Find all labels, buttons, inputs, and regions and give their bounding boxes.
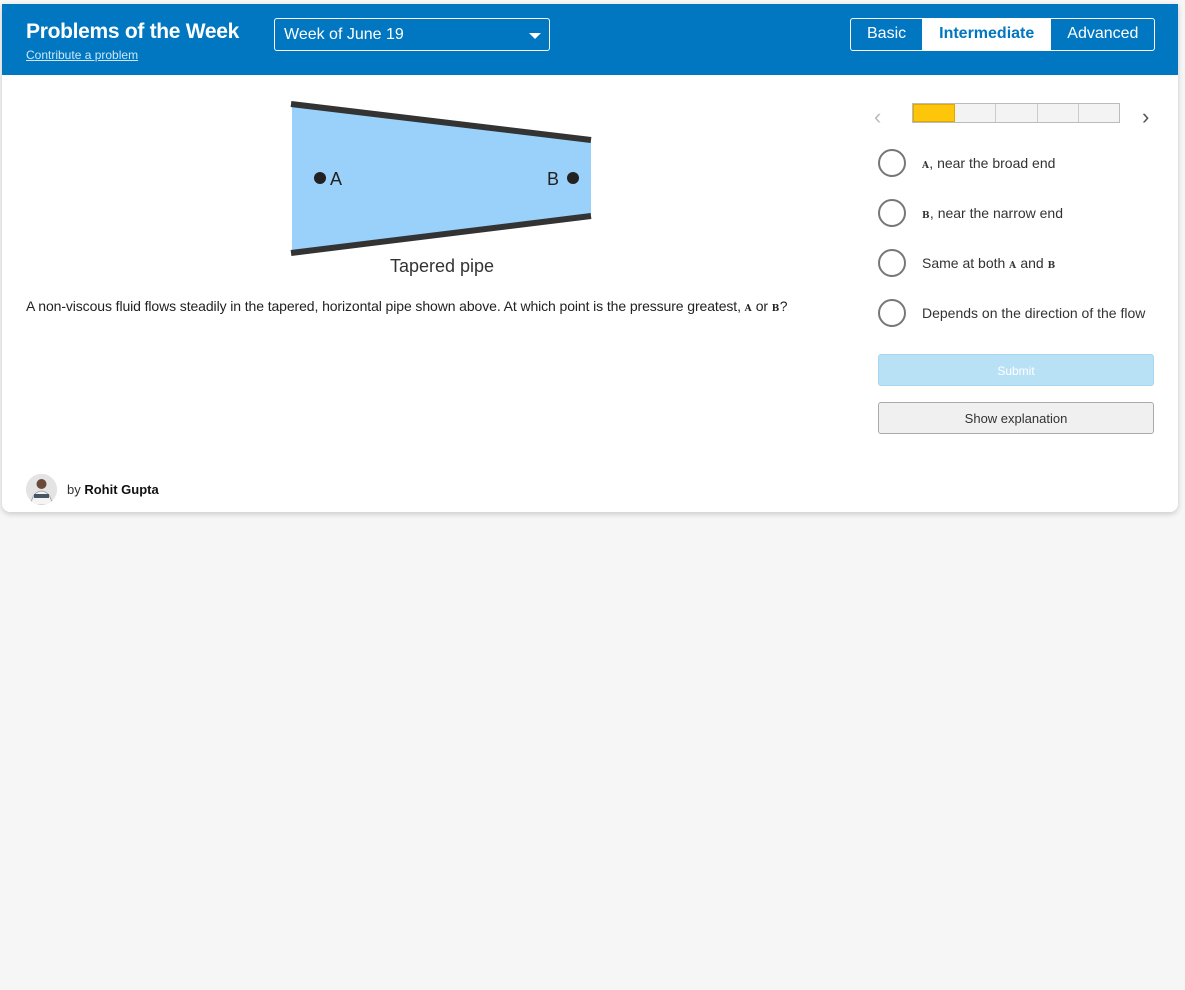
tapered-pipe-diagram: A B bbox=[290, 101, 592, 256]
choice-label: B, near the narrow end bbox=[922, 205, 1063, 221]
header-bar: Problems of the Week Contribute a proble… bbox=[2, 4, 1178, 75]
progress-step[interactable] bbox=[913, 104, 956, 122]
point-b-label: B bbox=[547, 169, 559, 189]
choice-mid: and bbox=[1016, 255, 1048, 271]
answer-choices: A, near the broad end B, near the narrow… bbox=[878, 149, 1168, 349]
diagram-caption: Tapered pipe bbox=[389, 256, 495, 276]
submit-button[interactable]: Submit bbox=[878, 354, 1154, 386]
level-advanced-button[interactable]: Advanced bbox=[1050, 19, 1154, 50]
progress-step[interactable] bbox=[1078, 104, 1120, 122]
choice-text: , near the narrow end bbox=[929, 205, 1064, 221]
radio-button[interactable] bbox=[878, 299, 906, 327]
point-a-dot bbox=[314, 172, 326, 184]
avatar-image bbox=[26, 474, 57, 505]
choice-label: Same at both A and B bbox=[922, 255, 1056, 271]
author-by: by bbox=[67, 482, 85, 497]
page-title: Problems of the Week bbox=[26, 20, 240, 43]
choice-prefix: Same at both bbox=[922, 255, 1010, 271]
level-intermediate-button[interactable]: Intermediate bbox=[922, 19, 1051, 50]
week-select[interactable]: Week of June 19 bbox=[274, 18, 550, 51]
choice-label: A, near the broad end bbox=[922, 155, 1055, 171]
answer-choice-3[interactable]: Same at both A and B bbox=[878, 249, 1168, 299]
author-text: by Rohit Gupta bbox=[67, 482, 159, 497]
question-mark-a: A bbox=[744, 304, 752, 314]
author-name[interactable]: Rohit Gupta bbox=[84, 482, 158, 497]
question-body: A non-viscous fluid flows steadily in th… bbox=[26, 298, 745, 314]
point-b-dot bbox=[567, 172, 579, 184]
choice-mark: B bbox=[1047, 261, 1056, 271]
answer-choice-4[interactable]: Depends on the direction of the flow bbox=[878, 299, 1168, 349]
contribute-link[interactable]: Contribute a problem bbox=[26, 48, 138, 62]
level-toggle: Basic Intermediate Advanced bbox=[850, 18, 1156, 51]
level-basic-button[interactable]: Basic bbox=[851, 19, 922, 50]
show-explanation-button[interactable]: Show explanation bbox=[878, 402, 1154, 434]
question-mark-b: B bbox=[771, 304, 780, 314]
chevron-left-icon[interactable]: ‹ bbox=[874, 104, 881, 130]
question-end: ? bbox=[779, 298, 788, 314]
radio-button[interactable] bbox=[878, 249, 906, 277]
point-a-label: A bbox=[330, 169, 342, 189]
chevron-right-icon[interactable]: › bbox=[1142, 104, 1149, 130]
problem-progress bbox=[912, 103, 1120, 123]
choice-text: , near the broad end bbox=[929, 155, 1056, 171]
chevron-down-icon bbox=[529, 33, 541, 39]
radio-button[interactable] bbox=[878, 149, 906, 177]
question-text: A non-viscous fluid flows steadily in th… bbox=[26, 298, 846, 314]
avatar[interactable] bbox=[26, 474, 57, 505]
answer-choice-1[interactable]: A, near the broad end bbox=[878, 149, 1168, 199]
progress-step[interactable] bbox=[955, 104, 997, 122]
question-or: or bbox=[751, 298, 772, 314]
progress-step[interactable] bbox=[996, 104, 1038, 122]
choice-label: Depends on the direction of the flow bbox=[922, 305, 1146, 321]
answer-choice-2[interactable]: B, near the narrow end bbox=[878, 199, 1168, 249]
radio-button[interactable] bbox=[878, 199, 906, 227]
progress-step[interactable] bbox=[1037, 104, 1079, 122]
week-select-value: Week of June 19 bbox=[284, 26, 404, 43]
choice-mark: B bbox=[922, 211, 930, 221]
problem-card: Problems of the Week Contribute a proble… bbox=[2, 4, 1178, 512]
